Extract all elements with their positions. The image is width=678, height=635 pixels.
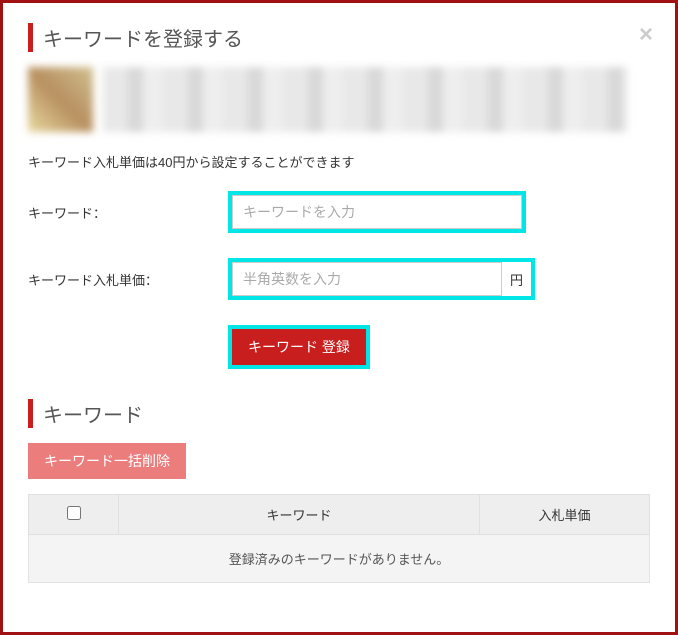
bid-label: キーワード入札単価： [28, 270, 228, 289]
table-header-row: キーワード 入札単価 [29, 495, 650, 535]
bid-row: キーワード入札単価： 円 [28, 258, 650, 300]
keyword-row: キーワード： [28, 191, 650, 233]
keyword-highlight [228, 191, 526, 233]
empty-message: 登録済みのキーワードがありません。 [29, 535, 650, 583]
empty-row: 登録済みのキーワードがありません。 [29, 535, 650, 583]
blurred-text [103, 67, 628, 132]
submit-button[interactable]: キーワード 登録 [232, 329, 366, 365]
info-text: キーワード入札単価は40円から設定することができます [28, 152, 650, 171]
select-all-checkbox[interactable] [67, 506, 81, 520]
keyword-column-header: キーワード [119, 495, 480, 535]
close-icon[interactable]: × [639, 21, 653, 49]
submit-highlight: キーワード 登録 [228, 325, 370, 369]
keyword-table: キーワード 入札単価 登録済みのキーワードがありません。 [28, 494, 650, 583]
blurred-thumbnail [28, 67, 93, 132]
bid-unit: 円 [502, 270, 531, 289]
bid-input[interactable] [232, 262, 502, 296]
keyword-input[interactable] [232, 195, 522, 229]
bid-column-header: 入札単価 [480, 495, 650, 535]
list-title: キーワード [28, 399, 650, 428]
modal-title: キーワードを登録する [28, 23, 650, 52]
delete-all-button[interactable]: キーワード一括削除 [28, 443, 186, 479]
bid-highlight: 円 [228, 258, 535, 300]
modal-container: × キーワードを登録する キーワード入札単価は40円から設定することができます … [0, 0, 678, 635]
keyword-label: キーワード： [28, 203, 228, 222]
blurred-preview [28, 67, 628, 137]
select-all-header [29, 495, 119, 535]
keyword-list-section: キーワード キーワード一括削除 キーワード 入札単価 登録済みのキーワードがあり… [28, 399, 650, 583]
submit-row: キーワード 登録 [228, 325, 650, 369]
